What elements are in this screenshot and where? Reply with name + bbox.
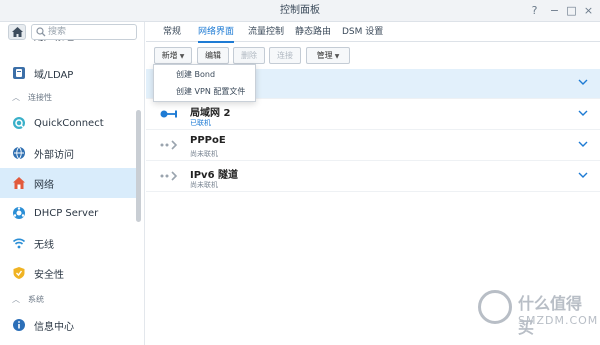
interface-row[interactable]: 局域网 2 已联机 xyxy=(146,100,600,130)
minimize-icon[interactable]: − xyxy=(548,4,561,17)
chevron-down-icon[interactable] xyxy=(578,110,588,117)
create-button-label: 新增 xyxy=(161,51,178,60)
sidebar-item-label: 安全性 xyxy=(34,269,64,281)
watermark: 什么值得买 SMZDM.COM xyxy=(478,288,599,342)
sidebar-item-domain-ldap[interactable]: 域/LDAP xyxy=(0,58,138,88)
edit-button[interactable]: 编辑 xyxy=(197,47,229,64)
sidebar-item-label: 外部访问 xyxy=(34,149,74,161)
caret-down-icon: ▼ xyxy=(334,53,340,60)
tab-general[interactable]: 常规 xyxy=(163,22,181,42)
pppoe-disconnected-icon xyxy=(160,140,178,150)
security-shield-icon xyxy=(13,267,25,279)
dhcp-server-icon xyxy=(13,207,25,219)
ipv6-tunnel-disconnected-icon xyxy=(160,171,178,181)
manage-button-label: 管理 xyxy=(316,51,333,60)
sidebar-item-network[interactable]: 网络 xyxy=(0,168,138,198)
sidebar-item-security[interactable]: 安全性 xyxy=(0,258,138,288)
wireless-icon xyxy=(12,238,26,249)
create-dropdown-menu: 创建 Bond 创建 VPN 配置文件 xyxy=(153,64,256,102)
menu-item-create-bond[interactable]: 创建 Bond xyxy=(154,67,255,83)
domain-ldap-icon xyxy=(13,67,25,79)
interface-status: 尚未联机 xyxy=(190,150,218,158)
sidebar: 用户帐组 域/LDAP ︿ 连接性 QuickConnect 外部访问 网络 D… xyxy=(0,22,145,345)
search-box[interactable] xyxy=(31,24,137,40)
create-button[interactable]: 新增 ▼ xyxy=(154,47,192,64)
sidebar-scrollbar[interactable] xyxy=(136,110,141,222)
quickconnect-icon xyxy=(13,117,25,129)
sidebar-item-info-center[interactable]: 信息中心 xyxy=(0,310,138,340)
home-button[interactable] xyxy=(8,24,26,40)
sidebar-item-label: DHCP Server xyxy=(34,207,99,219)
chevron-down-icon[interactable] xyxy=(578,141,588,148)
external-access-icon xyxy=(13,146,25,160)
window-titlebar: 控制面板 ? − □ × xyxy=(0,0,600,22)
sidebar-top-bar xyxy=(0,22,144,42)
delete-button[interactable]: 删除 xyxy=(233,47,265,64)
section-label: 连接性 xyxy=(28,92,52,102)
lan-connected-icon xyxy=(160,110,177,118)
info-center-icon xyxy=(13,319,25,331)
interface-status: 尚未联机 xyxy=(190,181,218,189)
sidebar-item-label: 域/LDAP xyxy=(34,69,74,81)
sidebar-item-label: QuickConnect xyxy=(34,117,104,129)
window-title: 控制面板 xyxy=(280,5,320,16)
sidebar-item-label: 信息中心 xyxy=(34,321,74,333)
tab-bar: 常规 网络界面 流量控制 静态路由 DSM 设置 xyxy=(146,22,600,43)
chevron-up-icon: ︿ xyxy=(12,92,20,102)
section-label: 系统 xyxy=(28,294,44,304)
search-icon xyxy=(36,27,46,37)
menu-item-create-vpn-profile[interactable]: 创建 VPN 配置文件 xyxy=(154,84,255,100)
close-icon[interactable]: × xyxy=(582,4,595,17)
watermark-logo xyxy=(478,290,512,324)
maximize-icon[interactable]: □ xyxy=(565,4,578,17)
interface-name: PPPoE xyxy=(190,135,226,146)
manage-button[interactable]: 管理 ▼ xyxy=(306,47,350,64)
network-home-icon xyxy=(13,177,25,189)
chevron-down-icon[interactable] xyxy=(578,79,588,86)
interface-status: 已联机 xyxy=(190,119,211,127)
interface-name: 局域网 2 xyxy=(190,108,231,119)
home-icon xyxy=(11,27,23,37)
sidebar-item-label: 无线 xyxy=(34,239,54,251)
sidebar-item-quickconnect[interactable]: QuickConnect xyxy=(0,108,138,138)
sidebar-item-label: 网络 xyxy=(34,179,54,191)
sidebar-item-wireless[interactable]: 无线 xyxy=(0,228,138,258)
interface-name: IPv6 隧道 xyxy=(190,170,239,181)
sidebar-item-dhcp-server[interactable]: DHCP Server xyxy=(0,198,138,228)
connect-button[interactable]: 连接 xyxy=(269,47,301,64)
help-icon[interactable]: ? xyxy=(528,4,541,17)
interface-row[interactable]: IPv6 隧道 尚未联机 xyxy=(146,162,600,192)
interface-row[interactable]: PPPoE 尚未联机 xyxy=(146,131,600,161)
search-input[interactable] xyxy=(48,25,134,39)
chevron-up-icon: ︿ xyxy=(12,294,20,304)
tab-dsm-settings[interactable]: DSM 设置 xyxy=(342,22,383,42)
caret-down-icon: ▼ xyxy=(179,53,185,60)
chevron-down-icon[interactable] xyxy=(578,172,588,179)
watermark-url: SMZDM.COM xyxy=(518,314,599,327)
section-system[interactable]: ︿ 系统 xyxy=(0,290,138,308)
section-connectivity[interactable]: ︿ 连接性 xyxy=(0,88,138,106)
tab-network-interface[interactable]: 网络界面 xyxy=(198,22,235,43)
tab-static-route[interactable]: 静态路由 xyxy=(295,22,331,42)
sidebar-item-external-access[interactable]: 外部访问 xyxy=(0,138,138,168)
tab-traffic-control[interactable]: 流量控制 xyxy=(248,22,284,42)
